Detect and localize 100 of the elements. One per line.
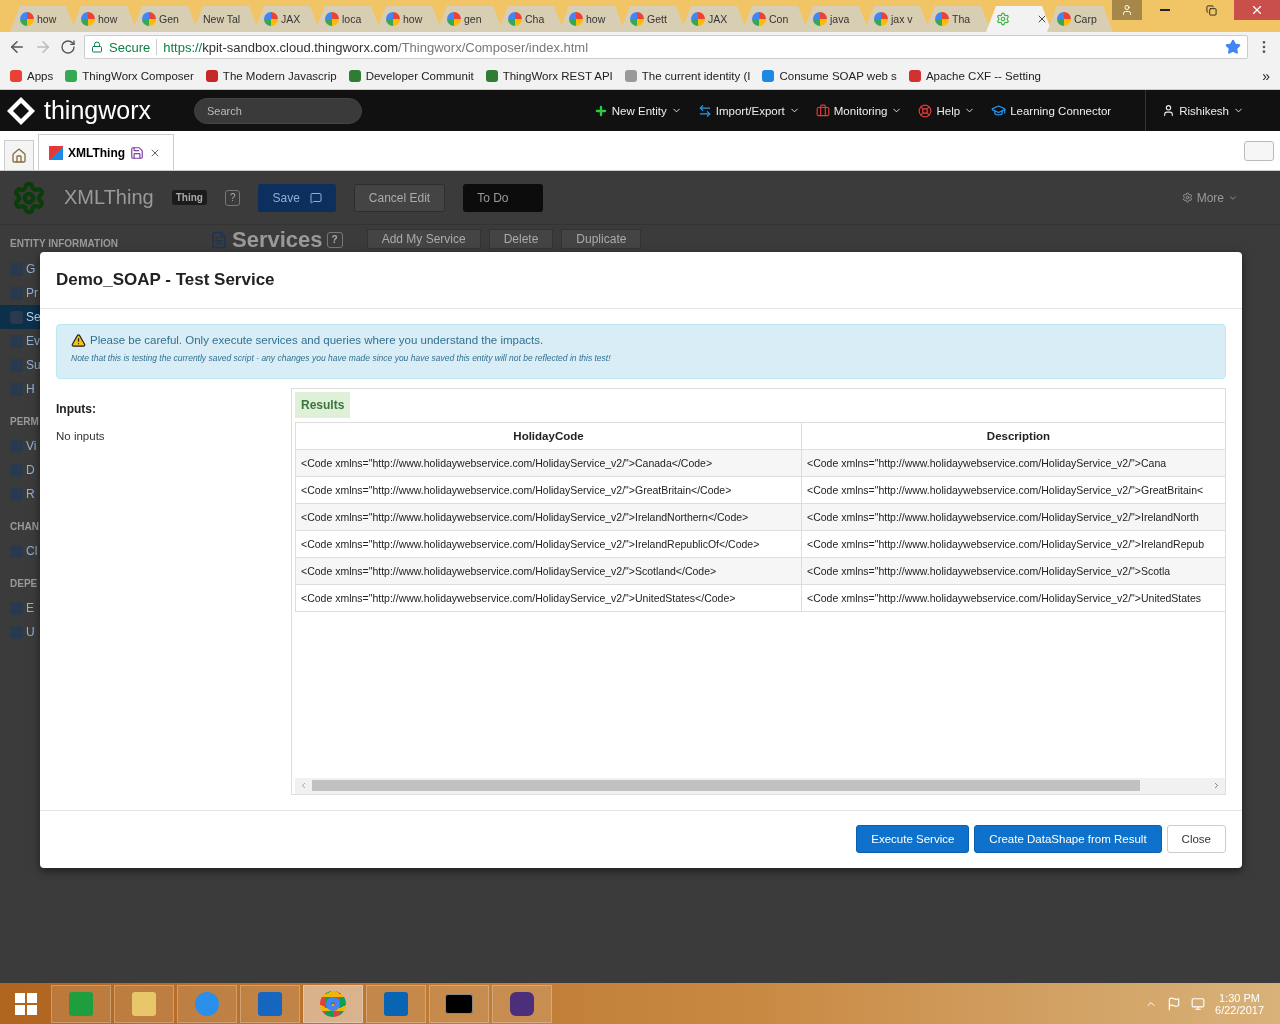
column-header[interactable]: HolidayCode — [295, 422, 802, 449]
section-heading: DEPE — [10, 577, 38, 591]
star-icon[interactable] — [1225, 39, 1241, 55]
dialog-button[interactable]: Close — [1166, 825, 1226, 854]
bookmark[interactable]: Apps — [10, 69, 54, 82]
service-button[interactable]: Delete — [488, 229, 554, 249]
taskbar-app[interactable] — [492, 984, 552, 1023]
sidebar-item[interactable]: Cl — [0, 539, 40, 563]
sidebar-item[interactable]: H — [0, 377, 37, 401]
bookmark[interactable]: Apache CXF -- Setting — [908, 69, 1041, 82]
scroll-left-icon[interactable] — [299, 781, 308, 790]
bookmark[interactable]: ThingWorx REST API — [485, 69, 613, 82]
browser-tab[interactable]: how — [559, 6, 625, 32]
toggle-button[interactable] — [1244, 140, 1274, 161]
header-menu[interactable]: Import/Export — [697, 103, 800, 118]
site-icon — [447, 12, 461, 26]
entity-tab[interactable]: XMLThing — [38, 134, 175, 170]
search-field[interactable]: Search — [194, 97, 362, 124]
help-button[interactable]: ? — [326, 232, 343, 248]
bookmark[interactable]: The current identity (I — [624, 69, 751, 82]
bookmark[interactable]: Developer Communit — [348, 69, 474, 82]
browser-tab[interactable]: loca — [315, 6, 381, 32]
dialog-button[interactable]: Create DataShape from Result — [974, 825, 1162, 854]
save-icon[interactable] — [130, 145, 145, 160]
browser-tab[interactable]: Tha — [925, 6, 991, 32]
header-menu[interactable]: Help — [918, 103, 976, 118]
profile-button[interactable] — [1112, 0, 1142, 20]
url-text: https://kpit-sandbox.cloud.thingworx.com/Thingworx/Composer/index.html — [163, 39, 589, 55]
table-cell: <Code xmlns="http://www.holidaywebservice.com/HolidayService_v2/">Scotland</Code> — [295, 557, 802, 584]
table-cell: <Code xmlns="http://www.holidaywebservice.com/HolidayService_v2/">GreatBritain< — [801, 476, 1225, 503]
toolbar-button[interactable]: Save — [258, 183, 336, 212]
browser-tab[interactable]: New Tal — [193, 6, 259, 32]
sidebar-item[interactable]: Su — [0, 353, 43, 377]
back-icon[interactable] — [8, 38, 26, 56]
header-menu[interactable]: Learning Connector — [991, 103, 1112, 118]
header-menu[interactable]: New Entity — [593, 103, 682, 118]
sidebar-item[interactable]: R — [0, 482, 37, 506]
sidebar-item[interactable]: G — [0, 257, 38, 281]
browser-tab[interactable]: JAX — [681, 6, 747, 32]
address-field[interactable]: Secure https://kpit-sandbox.cloud.thingworx.com/Thingworx/Composer/index.html — [84, 35, 1248, 59]
bookmark[interactable]: The Modern Javascrip — [205, 69, 337, 82]
flag-icon[interactable] — [1167, 996, 1182, 1011]
briefcase-icon — [815, 103, 830, 118]
chrome-icon — [320, 990, 346, 1017]
browser-tab[interactable]: Con — [742, 6, 808, 32]
toolbar-button[interactable]: To Do — [463, 183, 544, 212]
site-icon — [386, 12, 400, 26]
browser-tab[interactable]: Gett — [620, 6, 686, 32]
site-icon — [264, 12, 278, 26]
browser-tab[interactable]: Gen — [132, 6, 198, 32]
inputs-empty: No inputs — [56, 429, 106, 442]
help-button[interactable]: ? — [224, 189, 241, 206]
sidebar-item[interactable]: E — [0, 596, 36, 620]
type-badge: Thing — [171, 190, 207, 205]
site-icon — [1057, 12, 1071, 26]
note-text: Note that this is testing the currently saved script - any changes you have made since you have saved this entity will not be reflected in this test! — [71, 352, 612, 363]
service-button[interactable]: Duplicate — [561, 229, 642, 249]
sidebar-item[interactable]: U — [0, 620, 37, 644]
site-icon — [20, 12, 34, 26]
browser-tab[interactable]: how — [10, 6, 76, 32]
sidebar-item[interactable]: D — [0, 458, 37, 482]
browser-tab[interactable]: jax v — [864, 6, 930, 32]
browser-tab[interactable]: how — [71, 6, 137, 32]
entity-name: XMLThing — [64, 186, 154, 209]
bookmark[interactable]: ThingWorx Composer — [65, 69, 194, 82]
horizontal-scrollbar[interactable] — [295, 777, 1225, 794]
browser-tab[interactable]: JAX — [254, 6, 320, 32]
scroll-right-icon[interactable] — [1212, 781, 1221, 790]
logo-text: thingworx — [44, 96, 151, 125]
arrows-icon — [697, 103, 712, 118]
home-tab[interactable] — [4, 140, 34, 170]
header-menu[interactable]: Monitoring — [815, 103, 903, 118]
reload-icon[interactable] — [60, 39, 76, 55]
browser-tab[interactable]: Carp — [1047, 6, 1113, 32]
service-button[interactable]: Add My Service — [366, 229, 481, 249]
browser-tab[interactable]: how — [376, 6, 442, 32]
toolbar-button[interactable]: Cancel Edit — [353, 183, 446, 212]
site-icon — [874, 12, 888, 26]
browser-tab[interactable]: java — [803, 6, 869, 32]
bookmark[interactable]: Consume SOAP web s — [762, 69, 897, 82]
more-bookmarks[interactable]: » — [1262, 67, 1270, 84]
dialog-button[interactable]: Execute Service — [856, 825, 970, 854]
sidebar-item[interactable]: Se — [0, 305, 43, 329]
sidebar-item[interactable]: Pr — [0, 281, 40, 305]
table-cell: <Code xmlns="http://www.holidaywebservice.com/HolidayService_v2/">UnitedStates — [801, 584, 1225, 611]
forward-icon[interactable] — [34, 38, 52, 56]
sidebar-item[interactable]: Vi — [0, 434, 39, 458]
secure-label: Secure — [109, 39, 151, 55]
table-cell: <Code xmlns="http://www.holidaywebservice.com/HolidayService_v2/">Canada</Code> — [295, 449, 802, 476]
taskbar-app[interactable] — [429, 984, 489, 1023]
column-header[interactable]: Description — [801, 422, 1225, 449]
close-button[interactable] — [1234, 0, 1280, 20]
site-icon — [81, 12, 95, 26]
network-icon[interactable] — [1191, 996, 1206, 1011]
close-icon[interactable] — [1036, 13, 1048, 25]
browser-tab[interactable]: Cha — [498, 6, 564, 32]
results-tab[interactable]: Results — [295, 391, 351, 418]
browser-tab[interactable]: gen — [437, 6, 503, 32]
more-menu[interactable]: More — [1181, 190, 1238, 205]
sidebar-item[interactable]: Ev — [0, 329, 42, 353]
